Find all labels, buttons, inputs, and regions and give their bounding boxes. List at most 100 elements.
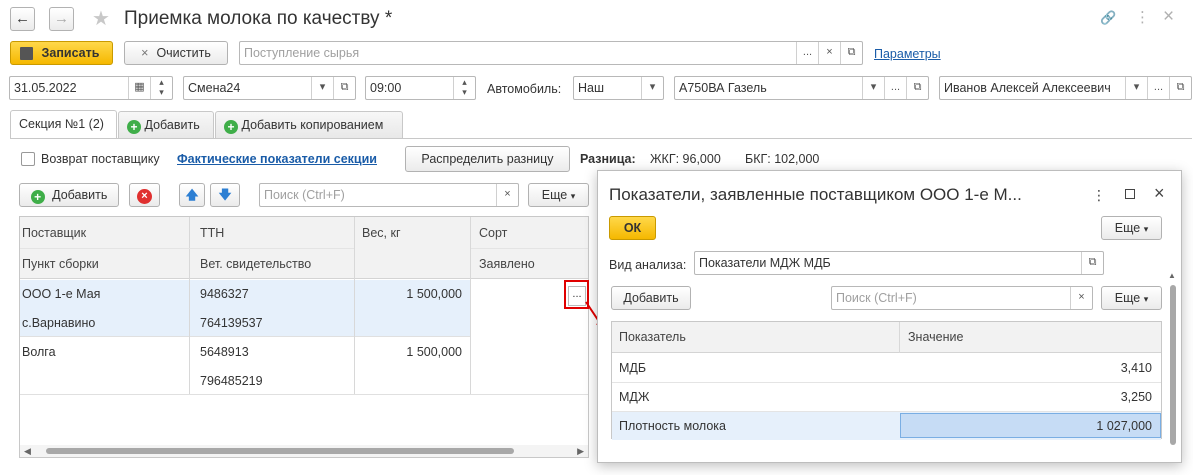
indicators-table: Показатель Значение МДБ 3,410 МДЖ 3,250 … <box>611 321 1162 440</box>
move-up-button[interactable]: 🡅 <box>179 183 205 207</box>
tab-add-copy-label: Добавить копированием <box>241 118 384 132</box>
delete-icon: × <box>137 189 152 204</box>
dialog-more-label: Еще <box>1114 221 1141 235</box>
return-checkbox[interactable] <box>21 152 35 166</box>
dialog-title: Показатели, заявленные поставщиком ООО 1… <box>609 185 1022 204</box>
analysis-type-label: Вид анализа: <box>609 258 687 272</box>
link-icon[interactable]: 🔗 <box>1100 10 1116 26</box>
forward-button[interactable]: → <box>49 7 74 31</box>
col-supplier[interactable]: Поставщик <box>22 226 86 240</box>
scroll-right-icon[interactable]: ▶ <box>577 445 584 457</box>
chevron-down-icon[interactable]: ▾ <box>1125 77 1147 99</box>
clear-button[interactable]: × Очистить <box>124 41 228 65</box>
shift-value: Смена24 <box>188 81 241 95</box>
scroll-thumb[interactable] <box>46 448 514 454</box>
calendar-icon[interactable]: ▦ <box>128 77 150 99</box>
car-owner-select[interactable]: Наш ▾ <box>573 76 664 100</box>
time-field[interactable]: 09:00 ▴ ▾ <box>365 76 476 100</box>
main-table: Поставщик ТТН Вес, кг Сорт Пункт сборки … <box>19 216 589 458</box>
select-button[interactable]: ... <box>1147 77 1169 99</box>
open-icon[interactable]: ⧉ <box>906 77 928 99</box>
row2-ttn: 5648913 <box>200 345 249 359</box>
table-more-button[interactable]: Еще ▾ <box>528 183 589 207</box>
row2-supplier: Волга <box>22 345 56 359</box>
col-collection-point[interactable]: Пункт сборки <box>22 257 99 271</box>
back-button[interactable]: ← <box>10 7 35 31</box>
distribute-difference-button[interactable]: Распределить разницу <box>405 146 570 172</box>
tab-section-1[interactable]: Секция №1 (2) <box>10 110 117 138</box>
table-search-input[interactable]: Поиск (Ctrl+F) × <box>259 183 519 207</box>
move-down-button[interactable]: 🡇 <box>210 183 240 207</box>
parameters-link[interactable]: Параметры <box>874 46 941 62</box>
chevron-down-icon[interactable]: ▾ <box>311 77 333 99</box>
col-grade[interactable]: Сорт <box>479 226 507 240</box>
tab-add[interactable]: + Добавить <box>118 111 214 138</box>
date-field[interactable]: 31.05.2022 ▦ ▴ ▾ <box>9 76 173 100</box>
driver-field[interactable]: Иванов Алексей Алексеевич ▾ ... ⧉ <box>939 76 1192 100</box>
delete-row-button[interactable]: × <box>129 183 160 207</box>
time-value: 09:00 <box>370 81 402 95</box>
dialog-more-icon[interactable]: ⋮ <box>1092 187 1106 203</box>
add-row-button[interactable]: + Добавить <box>19 183 119 207</box>
open-icon[interactable]: ⧉ <box>840 42 862 64</box>
dialog-close-icon[interactable]: × <box>1154 183 1165 203</box>
ok-button[interactable]: ОК <box>609 216 656 240</box>
favorite-star-icon[interactable]: ★ <box>92 8 110 30</box>
dialog-add-button[interactable]: Добавить <box>611 286 691 310</box>
select-button[interactable]: ... <box>884 77 906 99</box>
dialog-more-button[interactable]: Еще ▾ <box>1101 216 1162 240</box>
dialog-vertical-scrollbar[interactable]: ▲ <box>1168 271 1178 459</box>
source-field[interactable]: Поступление сырья ... × ⧉ <box>239 41 863 65</box>
open-icon[interactable]: ⧉ <box>1081 252 1103 274</box>
chevron-down-icon[interactable]: ▾ <box>641 77 663 99</box>
car-label: Автомобиль: <box>487 82 562 96</box>
tab-section-1-label: Секция №1 (2) <box>19 117 104 131</box>
table-row[interactable] <box>20 338 588 395</box>
col-indicator[interactable]: Показатель <box>619 330 686 344</box>
dialog-table-more-button[interactable]: Еще ▾ <box>1101 286 1162 310</box>
col-ttn[interactable]: ТТН <box>200 226 224 240</box>
open-icon[interactable]: ⧉ <box>1169 77 1191 99</box>
table-row[interactable] <box>612 383 1161 412</box>
table-more-label: Еще <box>541 188 568 202</box>
scroll-thumb[interactable] <box>1170 285 1176 445</box>
save-button[interactable]: Записать <box>10 41 113 65</box>
scroll-left-icon[interactable]: ◀ <box>24 445 31 457</box>
clear-search-icon[interactable]: × <box>496 184 518 206</box>
save-icon <box>20 47 33 60</box>
indicator-value: 3,250 <box>1120 390 1152 404</box>
driver-value: Иванов Алексей Алексеевич <box>944 81 1111 95</box>
car-owner-value: Наш <box>578 81 605 95</box>
close-icon[interactable]: × <box>1163 7 1174 27</box>
col-value[interactable]: Значение <box>908 330 963 344</box>
analysis-type-field[interactable]: Показатели МДЖ МДБ ⧉ <box>694 251 1104 275</box>
add-row-label: Добавить <box>52 188 108 202</box>
col-declared[interactable]: Заявлено <box>479 257 535 271</box>
more-icon[interactable]: ⋮ <box>1135 10 1150 26</box>
shift-field[interactable]: Смена24 ▾ ⧉ <box>183 76 356 100</box>
difference-bkg: БКГ: 102,000 <box>745 152 820 166</box>
stepper-icon[interactable]: ▴ ▾ <box>150 77 172 99</box>
stepper-icon[interactable]: ▴ ▾ <box>453 77 475 99</box>
car-field[interactable]: А750ВА Газель ▾ ... ⧉ <box>674 76 929 100</box>
clear-field-icon[interactable]: × <box>818 42 840 64</box>
col-weight[interactable]: Вес, кг <box>362 226 401 240</box>
row1-vet-certificate: 764139537 <box>200 316 263 330</box>
tab-add-copy[interactable]: + Добавить копированием <box>215 111 403 138</box>
actual-indicators-link[interactable]: Фактические показатели секции <box>177 151 377 167</box>
horizontal-scrollbar[interactable]: ◀ ▶ <box>20 445 588 457</box>
select-button[interactable]: ... <box>796 42 818 64</box>
plus-icon: + <box>30 190 45 204</box>
col-vet-certificate[interactable]: Вет. свидетельство <box>200 257 311 271</box>
indicator-value: 3,410 <box>1120 361 1152 375</box>
chevron-down-icon[interactable]: ▾ <box>862 77 884 99</box>
dialog-search-input[interactable]: Поиск (Ctrl+F) × <box>831 286 1093 310</box>
window-title: Приемка молока по качеству * <box>124 8 393 29</box>
clear-search-icon[interactable]: × <box>1070 287 1092 309</box>
dialog-maximize-icon[interactable] <box>1125 189 1135 199</box>
scroll-up-icon[interactable]: ▲ <box>1168 271 1176 280</box>
row1-weight: 1 500,000 <box>406 287 462 301</box>
table-row[interactable] <box>612 354 1161 383</box>
row1-ttn: 9486327 <box>200 287 249 301</box>
open-icon[interactable]: ⧉ <box>333 77 355 99</box>
